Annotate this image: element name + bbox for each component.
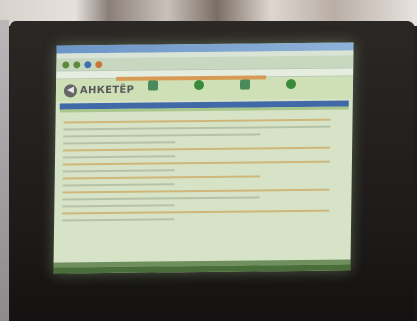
left-edge [0, 20, 9, 321]
text-line [62, 204, 175, 208]
forward-icon[interactable] [73, 60, 81, 68]
text-line [62, 160, 330, 166]
home-icon[interactable] [95, 60, 103, 68]
text-line [62, 183, 176, 187]
text-line [62, 196, 260, 201]
text-line [62, 209, 330, 215]
text-line [63, 146, 331, 152]
text-line [62, 169, 176, 173]
monitor-screen: ◀ АНКЕТЁР [53, 42, 354, 274]
photo: ◀ АНКЕТЁР [0, 0, 417, 321]
text-line [62, 218, 175, 222]
nav-icon[interactable] [285, 79, 297, 90]
text-line [63, 118, 331, 124]
site-logo[interactable]: АНКЕТЁР [80, 84, 134, 96]
site-nav [147, 79, 297, 91]
text-line [63, 133, 261, 138]
text-line [62, 175, 260, 180]
nav-icon[interactable] [239, 79, 251, 90]
text-line [63, 141, 176, 145]
refresh-icon[interactable] [84, 60, 92, 68]
text-line [63, 125, 331, 131]
page-content [54, 109, 353, 230]
logo-icon: ◀ [63, 83, 78, 97]
back-icon[interactable] [62, 60, 70, 68]
text-line [62, 188, 330, 194]
nav-icon[interactable] [147, 80, 159, 91]
nav-icon[interactable] [193, 79, 205, 91]
text-line [63, 155, 176, 159]
site-header: ◀ АНКЕТЁР [55, 75, 354, 102]
